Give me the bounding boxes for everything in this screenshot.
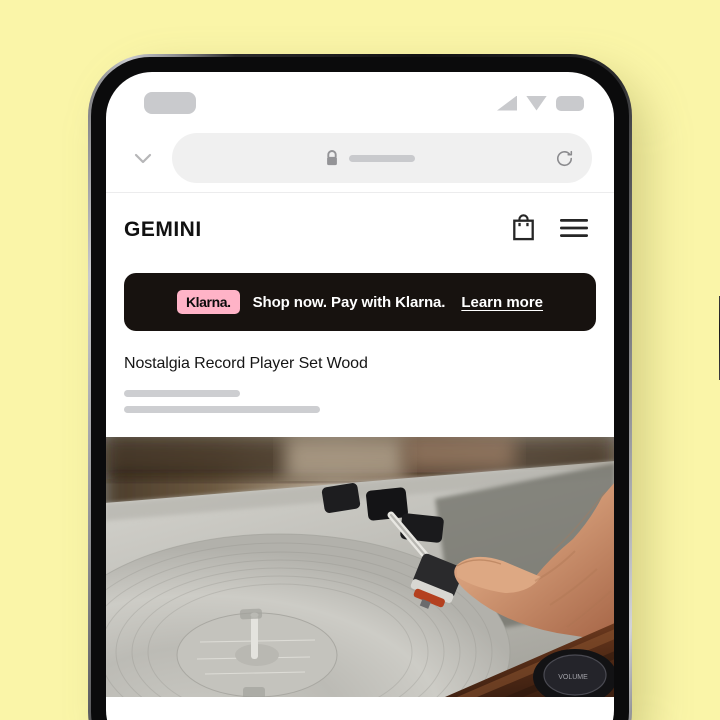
product-skeleton-line-1: [124, 390, 240, 397]
site-header: GEMINI: [106, 193, 614, 267]
url-address-bar[interactable]: [172, 133, 592, 183]
brand-logo[interactable]: GEMINI: [124, 218, 202, 242]
svg-text:VOLUME: VOLUME: [558, 674, 588, 681]
chevron-down-icon[interactable]: [126, 141, 160, 175]
status-icon-group: [497, 95, 584, 111]
phone-screen: GEMINI Klarna. Shop now. Pay with Klarna…: [106, 72, 614, 720]
url-text-redacted: [349, 154, 415, 162]
klarna-message-text: Shop now. Pay with Klarna.: [252, 293, 446, 311]
status-bar: [106, 72, 614, 124]
reload-icon[interactable]: [552, 146, 576, 170]
lock-icon: [327, 149, 337, 165]
browser-toolbar: [106, 124, 614, 192]
klarna-learn-more-link[interactable]: Learn more: [461, 294, 543, 311]
status-time-redacted: [144, 92, 196, 114]
hamburger-menu-icon[interactable]: [560, 218, 588, 243]
product-info-block: Nostalgia Record Player Set Wood: [106, 331, 614, 413]
turntable-photo: VOLUME: [106, 437, 614, 697]
product-image[interactable]: VOLUME: [106, 437, 614, 697]
phone-bezel: GEMINI Klarna. Shop now. Pay with Klarna…: [91, 57, 629, 720]
cellular-signal-icon: [497, 95, 517, 111]
klarna-promo-banner[interactable]: Klarna. Shop now. Pay with Klarna. Learn…: [124, 273, 596, 331]
wifi-icon: [526, 95, 547, 111]
klarna-banner-container: Klarna. Shop now. Pay with Klarna. Learn…: [106, 267, 614, 331]
battery-icon: [556, 95, 584, 111]
shopping-bag-icon[interactable]: [511, 214, 536, 246]
product-skeleton-line-2: [124, 406, 320, 413]
url-content: [188, 149, 552, 167]
klarna-logo: Klarna.: [176, 290, 240, 314]
phone-device-frame: GEMINI Klarna. Shop now. Pay with Klarna…: [88, 54, 720, 720]
product-title: Nostalgia Record Player Set Wood: [124, 355, 368, 372]
header-actions: [511, 214, 588, 246]
